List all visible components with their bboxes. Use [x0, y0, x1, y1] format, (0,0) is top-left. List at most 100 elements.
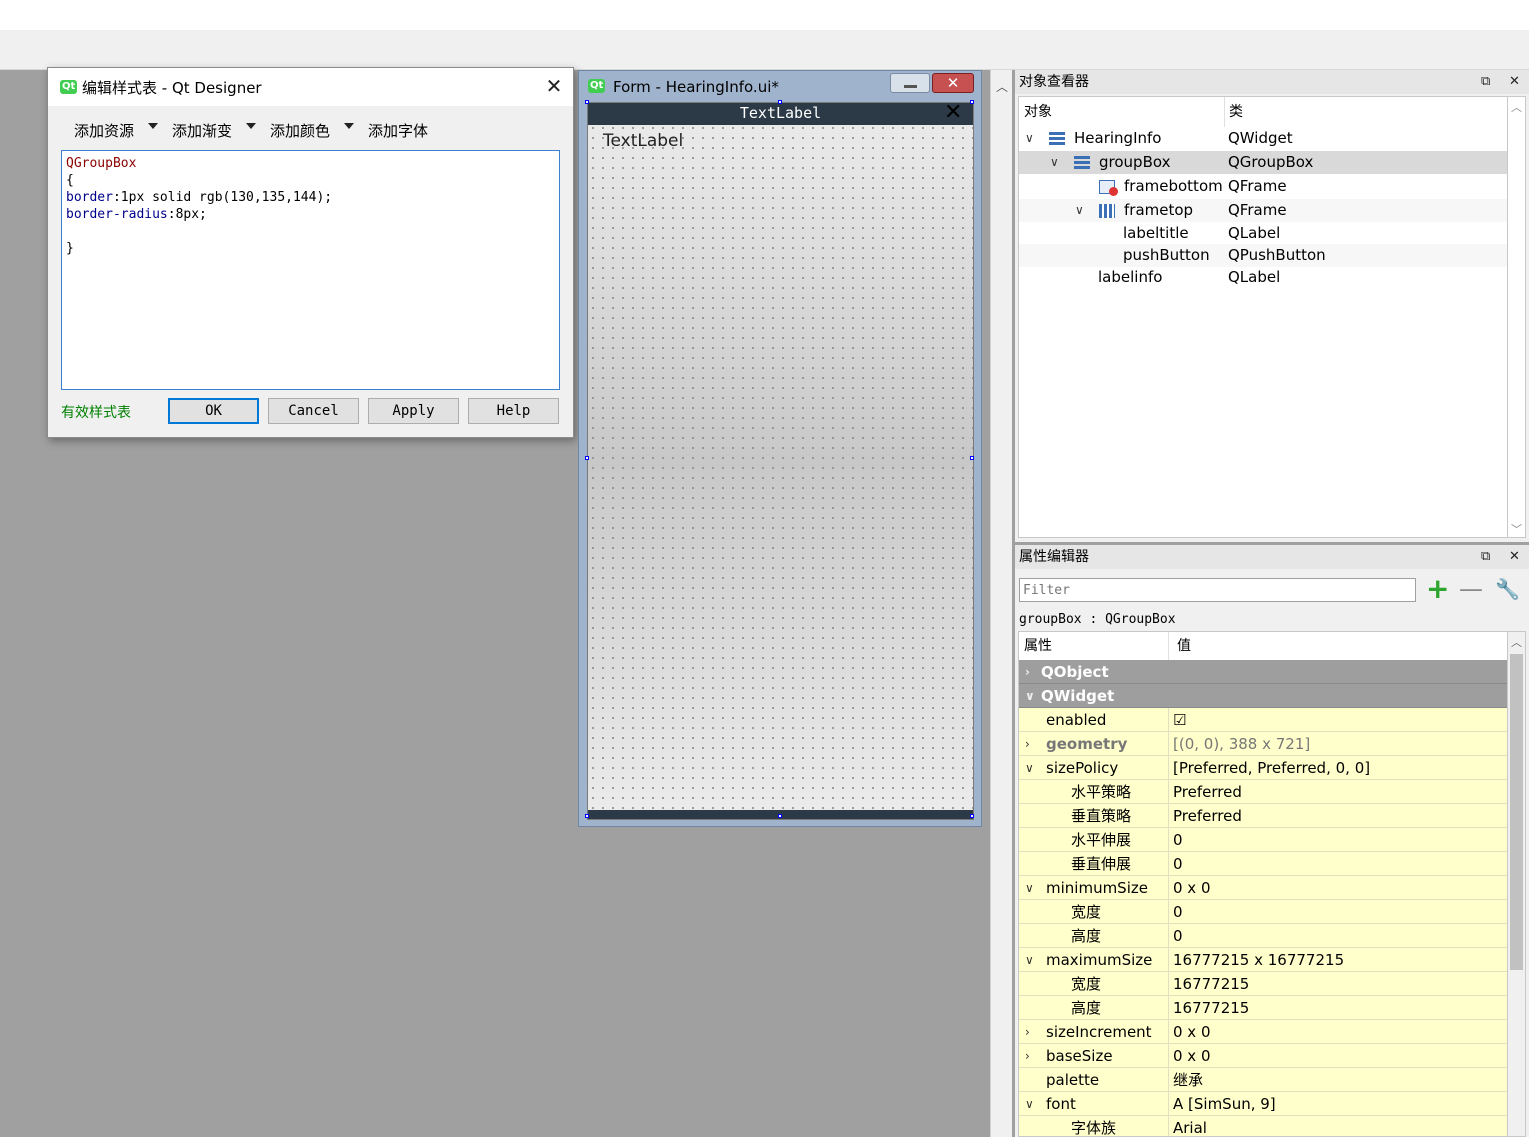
add-gradient-dropdown-icon[interactable]: [246, 123, 256, 129]
labelinfo[interactable]: TextLabel: [603, 131, 683, 151]
property-row-size-policy[interactable]: ∨ sizePolicy [Preferred, Preferred, 0, 0]: [1019, 756, 1507, 780]
property-name: minimumSize: [1046, 879, 1148, 897]
tree-row[interactable]: ∨ frametop QFrame: [1019, 199, 1507, 222]
resize-handle[interactable]: [970, 100, 974, 104]
filter-input[interactable]: [1019, 578, 1416, 602]
tree-row[interactable]: labeltitle QLabel: [1019, 222, 1507, 245]
chevron-down-icon[interactable]: ∨: [1025, 948, 1034, 972]
resize-handle[interactable]: [970, 456, 974, 460]
property-row-font-family[interactable]: 字体族 Arial: [1019, 1116, 1507, 1136]
property-editor-title-bar: 属性编辑器 ⧉ ✕: [1015, 545, 1529, 569]
float-icon[interactable]: ⧉: [1481, 545, 1490, 569]
apply-button[interactable]: Apply: [368, 398, 459, 424]
chevron-right-icon[interactable]: ›: [1025, 660, 1030, 684]
close-icon[interactable]: ✕: [1509, 545, 1520, 569]
central-area-scrollbar[interactable]: ︿: [990, 70, 1012, 1137]
property-row-vertical-stretch[interactable]: 垂直伸展 0: [1019, 852, 1507, 876]
scroll-up-icon[interactable]: ︿: [1511, 634, 1522, 650]
property-row-max-width[interactable]: 宽度 16777215: [1019, 972, 1507, 996]
scrollbar-thumb[interactable]: [1510, 654, 1523, 970]
remove-property-icon[interactable]: —: [1459, 575, 1483, 603]
tree-row[interactable]: ∨ groupBox QGroupBox: [1019, 151, 1507, 174]
close-icon[interactable]: ✕: [541, 73, 567, 99]
add-color-button[interactable]: 添加颜色: [270, 120, 330, 141]
float-icon[interactable]: ⧉: [1481, 70, 1490, 94]
column-header-class[interactable]: 类: [1229, 97, 1243, 127]
add-color-dropdown-icon[interactable]: [344, 123, 354, 129]
minimize-icon[interactable]: [890, 73, 930, 93]
resize-handle[interactable]: [778, 100, 782, 104]
chevron-down-icon[interactable]: ∨: [1025, 684, 1035, 708]
tree-item-class: QLabel: [1228, 268, 1281, 286]
chevron-down-icon[interactable]: ∨: [1025, 756, 1034, 780]
column-header-object[interactable]: 对象: [1024, 97, 1052, 127]
add-property-icon[interactable]: +: [1426, 575, 1449, 603]
property-row-horizontal-stretch[interactable]: 水平伸展 0: [1019, 828, 1507, 852]
property-name: maximumSize: [1046, 951, 1153, 969]
add-resource-button[interactable]: 添加资源: [74, 120, 134, 141]
ok-button[interactable]: OK: [168, 398, 259, 424]
close-icon[interactable]: ✕: [932, 73, 974, 93]
labeltitle: TextLabel: [739, 104, 822, 122]
resize-handle[interactable]: [970, 814, 974, 818]
property-row-font[interactable]: ∨ font A [SimSun, 9]: [1019, 1092, 1507, 1116]
property-table-scrollbar[interactable]: ︿: [1508, 631, 1526, 1137]
property-row-vertical-policy[interactable]: 垂直策略 Preferred: [1019, 804, 1507, 828]
cancel-button[interactable]: Cancel: [268, 398, 359, 424]
property-table[interactable]: 属性 值 › QObject ∨ QWidget enabled ☑ › geometry [(…: [1018, 631, 1508, 1137]
column-header-value[interactable]: 值: [1177, 632, 1191, 660]
scroll-down-icon[interactable]: ﹀: [1511, 521, 1522, 537]
property-row-min-width[interactable]: 宽度 0: [1019, 900, 1507, 924]
property-row-palette[interactable]: palette 继承: [1019, 1068, 1507, 1092]
chevron-down-icon[interactable]: ∨: [1025, 876, 1034, 900]
property-row-size-increment[interactable]: › sizeIncrement 0 x 0: [1019, 1020, 1507, 1044]
add-resource-dropdown-icon[interactable]: [148, 123, 158, 129]
property-row-qwidget[interactable]: ∨ QWidget: [1019, 684, 1507, 708]
frametop[interactable]: TextLabel ✕: [588, 100, 973, 125]
chevron-right-icon[interactable]: ›: [1025, 1020, 1030, 1044]
form-canvas[interactable]: TextLabel ✕ TextLabel: [585, 100, 974, 820]
push-button-close-icon[interactable]: ✕: [944, 100, 962, 125]
object-tree-scrollbar[interactable]: ︿ ﹀: [1508, 96, 1526, 538]
chevron-right-icon[interactable]: ›: [1025, 732, 1030, 756]
tree-row[interactable]: ∨ HearingInfo QWidget: [1019, 127, 1507, 150]
property-row-maximum-size[interactable]: ∨ maximumSize 16777215 x 16777215: [1019, 948, 1507, 972]
resize-handle[interactable]: [585, 814, 589, 818]
close-icon[interactable]: ✕: [1509, 70, 1520, 94]
stylesheet-editor[interactable]: QGroupBox { border:1px solid rgb(130,135…: [61, 150, 560, 390]
chevron-down-icon[interactable]: ∨: [1025, 1092, 1034, 1116]
tree-row[interactable]: pushButton QPushButton: [1019, 244, 1507, 267]
property-row-qobject[interactable]: › QObject: [1019, 660, 1507, 684]
object-tree[interactable]: 对象 类 ∨ HearingInfo QWidget ∨ groupBox QG…: [1018, 96, 1508, 538]
wrench-icon[interactable]: 🔧: [1495, 577, 1520, 601]
resize-handle[interactable]: [585, 456, 589, 460]
column-header-property[interactable]: 属性: [1024, 632, 1052, 660]
add-font-button[interactable]: 添加字体: [368, 120, 428, 141]
scroll-up-icon[interactable]: ︿: [1511, 99, 1522, 115]
chevron-right-icon[interactable]: ›: [1025, 1044, 1030, 1068]
property-row-min-height[interactable]: 高度 0: [1019, 924, 1507, 948]
chevron-down-icon[interactable]: ∨: [1025, 127, 1034, 150]
property-value: 0: [1173, 831, 1183, 849]
help-button[interactable]: Help: [468, 398, 559, 424]
property-row-horizontal-policy[interactable]: 水平策略 Preferred: [1019, 780, 1507, 804]
add-gradient-button[interactable]: 添加渐变: [172, 120, 232, 141]
enabled-checkbox[interactable]: ☑: [1173, 708, 1186, 732]
chevron-down-icon[interactable]: ∨: [1050, 151, 1059, 174]
tree-row[interactable]: framebottom QFrame: [1019, 175, 1507, 198]
property-name: 垂直策略: [1071, 807, 1132, 825]
property-row-max-height[interactable]: 高度 16777215: [1019, 996, 1507, 1020]
object-inspector-panel: 对象查看器 ⧉ ✕ 对象 类 ∨ HearingInfo QWidget ∨ g…: [1015, 70, 1529, 542]
scroll-up-icon[interactable]: ︿: [996, 78, 1008, 95]
resize-handle[interactable]: [778, 814, 782, 818]
property-row-base-size[interactable]: › baseSize 0 x 0: [1019, 1044, 1507, 1068]
tree-row[interactable]: labelinfo QLabel: [1019, 266, 1507, 289]
resize-handle[interactable]: [585, 100, 589, 104]
property-row-minimum-size[interactable]: ∨ minimumSize 0 x 0: [1019, 876, 1507, 900]
property-row-geometry[interactable]: › geometry [(0, 0), 388 x 721]: [1019, 732, 1507, 756]
dialog-titlebar: Qt 编辑样式表 - Qt Designer ✕: [48, 68, 573, 106]
property-value: A [SimSun, 9]: [1173, 1095, 1276, 1113]
property-row-enabled[interactable]: enabled ☑: [1019, 708, 1507, 732]
chevron-down-icon[interactable]: ∨: [1075, 199, 1084, 222]
